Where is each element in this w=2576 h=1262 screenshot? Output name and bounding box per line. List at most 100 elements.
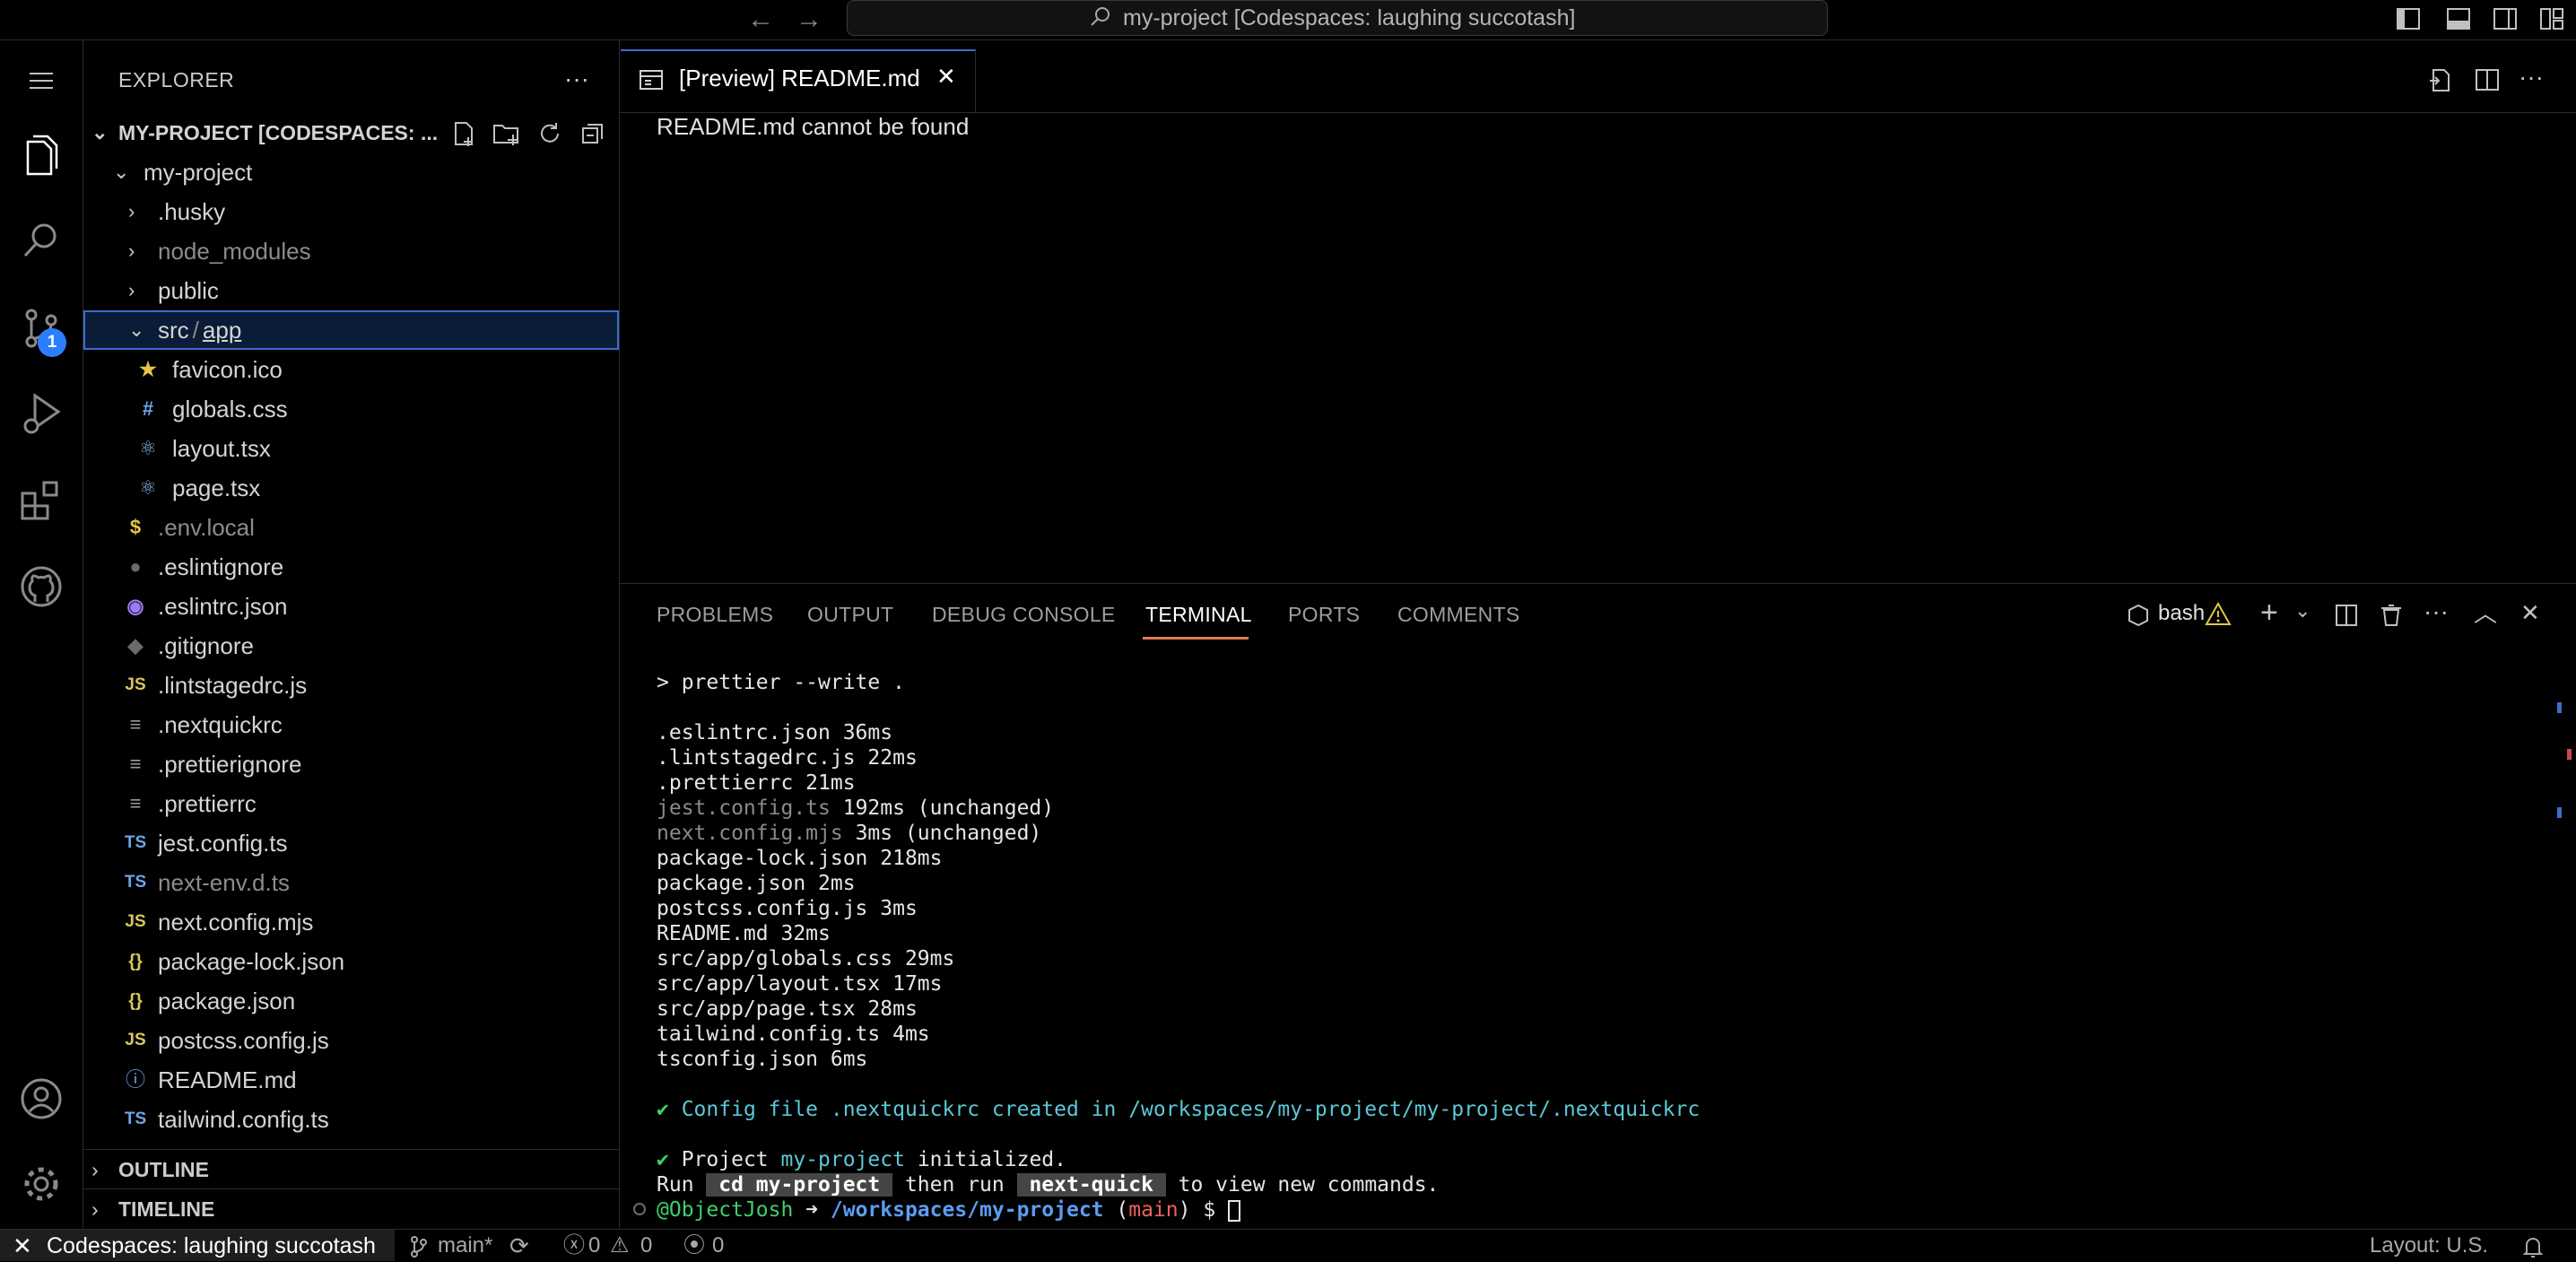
extensions-icon[interactable] [14,473,68,527]
tree-file-readme[interactable]: ⓘ README.md [83,1060,619,1100]
tree-file-prettierignore[interactable]: ≡ .prettierignore [83,744,619,784]
terminal-line: package-lock.json 218ms [657,847,943,870]
tree-file-next-env[interactable]: TS next-env.d.ts [83,863,619,902]
timeline-section-header[interactable]: › TIMELINE [83,1188,619,1228]
tree-item-label: .eslintignore [158,553,284,580]
tab-debug-console[interactable]: DEBUG CONSOLE [932,603,1116,627]
terminal-line: postcss.config.js 3ms [657,897,918,920]
new-folder-icon[interactable] [492,120,520,147]
tree-folder-public[interactable]: › public [83,271,619,310]
ports-icon[interactable]: ⦿ [683,1231,705,1261]
toggle-primary-sidebar-icon[interactable] [2395,5,2422,32]
tree-folder-my-project[interactable]: ⌄ my-project [83,152,619,192]
ts-icon: TS [124,833,147,852]
collapse-all-icon[interactable] [579,120,606,147]
tree-item-label: .prettierignore [158,751,302,778]
terminal-line: src/app/layout.tsx 17ms [657,972,943,996]
tree-file-tailwind-config[interactable]: TS tailwind.config.ts [83,1100,619,1139]
back-arrow-icon[interactable]: ← [744,5,777,34]
run-debug-icon[interactable] [14,386,68,440]
customize-layout-icon[interactable] [2538,5,2565,32]
search-icon[interactable] [14,213,68,267]
new-terminal-icon[interactable]: + [2260,596,2278,631]
chevron-down-icon: ⌄ [113,161,130,183]
github-icon[interactable] [14,560,68,614]
tab-comments[interactable]: COMMENTS [1397,603,1520,627]
refresh-icon[interactable] [536,120,563,147]
js-icon: JS [125,1031,146,1049]
open-source-icon[interactable] [2427,66,2454,93]
menu-icon[interactable] [14,54,68,108]
close-icon[interactable]: ✕ [936,63,956,91]
tab-terminal[interactable]: TERMINAL [1145,603,1252,627]
editor-more-actions-icon[interactable]: ··· [2519,63,2544,91]
sync-icon[interactable]: ⟳ [509,1231,529,1261]
tab-ports[interactable]: PORTS [1288,603,1360,627]
terminal-line: .eslintrc.json 36ms [657,721,893,744]
tree-file-prettierrc[interactable]: ≡ .prettierrc [83,784,619,823]
more-actions-icon[interactable]: ··· [561,65,592,93]
tree-file-postcss-config[interactable]: JS postcss.config.js [83,1021,619,1060]
terminal-line: jest.config.ts 192ms (unchanged) [657,796,1055,820]
tree-file-gitignore[interactable]: ◆ .gitignore [83,626,619,666]
tab-output[interactable]: OUTPUT [807,603,893,627]
tree-file-eslintignore[interactable]: ● .eslintignore [83,547,619,587]
split-editor-icon[interactable] [2474,66,2501,93]
panel-more-actions-icon[interactable]: ··· [2424,597,2449,626]
git-branch[interactable]: main* [438,1231,492,1261]
tab-problems[interactable]: PROBLEMS [657,603,773,627]
tree-file-lintstagedrc-js[interactable]: JS .lintstagedrc.js [83,666,619,705]
tree-file-package-json[interactable]: {} package.json [83,981,619,1021]
close-panel-icon[interactable]: ✕ [2520,599,2540,627]
tree-folder-husky[interactable]: › .husky [83,192,619,231]
outline-section-header[interactable]: › OUTLINE [83,1149,619,1188]
tree-item-label: public [158,277,219,304]
toggle-panel-icon[interactable] [2445,5,2472,32]
trash-icon[interactable] [2379,603,2404,628]
tree-item-label: package-lock.json [158,948,345,975]
tree-folder-node-modules[interactable]: › node_modules [83,231,619,271]
tree-file-package-lock[interactable]: {} package-lock.json [83,942,619,981]
keyboard-layout[interactable]: Layout: U.S. [2370,1231,2488,1261]
tree-folder-src-app[interactable]: ⌄ src / app [83,310,619,350]
warning-icon [2205,601,2232,625]
tree-file-env-local[interactable]: $ .env.local [83,508,619,547]
tree-file-nextquickrc[interactable]: ≡ .nextquickrc [83,705,619,744]
chevron-down-icon[interactable]: ⌄ [2294,599,2311,622]
scrollbar-marker [2557,702,2562,713]
tree-item-label: globals.css [172,396,288,422]
json-icon: {} [128,991,143,1011]
tab-label: [Preview] README.md [679,65,920,91]
explorer-icon[interactable] [14,128,68,182]
terminal-prompt[interactable]: @ObjectJosh ➜ /workspaces/my-project (ma… [657,1197,1241,1223]
new-file-icon[interactable] [450,120,477,147]
tree-item-label: layout.tsx [172,435,271,462]
js-icon: JS [125,912,146,931]
maximize-panel-icon[interactable]: ︿ [2474,596,2497,629]
tree-file-next-config[interactable]: JS next.config.mjs [83,902,619,942]
terminal-name[interactable]: bash [2158,601,2205,626]
error-icon[interactable]: ⓧ [563,1231,585,1261]
forward-arrow-icon[interactable]: → [793,5,825,34]
warning-count: 0 [640,1233,653,1258]
bell-icon[interactable] [2522,1235,2544,1258]
tree-file-globals-css[interactable]: # globals.css [83,389,619,429]
account-icon[interactable] [14,1072,68,1126]
terminal-shell-icon [2128,604,2148,627]
command-decoration-icon[interactable] [633,1203,646,1215]
tree-item-label-src[interactable]: src [158,317,189,344]
tree-file-jest-config[interactable]: TS jest.config.ts [83,823,619,863]
gear-icon[interactable] [14,1157,68,1211]
toggle-secondary-sidebar-icon[interactable] [2492,5,2519,32]
tree-file-eslintrc-json[interactable]: ◉ .eslintrc.json [83,587,619,626]
chevron-right-icon: › [128,239,135,262]
git-branch-icon [411,1236,427,1258]
scrollbar-marker [2557,807,2562,818]
terminal-line: tsconfig.json 6ms [657,1048,868,1071]
tree-item-label-app[interactable]: app [203,317,241,344]
tree-file-favicon[interactable]: ★ favicon.ico [83,350,619,389]
tree-item-label: .prettierrc [158,790,257,817]
tree-file-layout-tsx[interactable]: ⚛ layout.tsx [83,429,619,468]
tree-file-page-tsx[interactable]: ⚛ page.tsx [83,468,619,508]
split-terminal-icon[interactable] [2334,603,2359,628]
